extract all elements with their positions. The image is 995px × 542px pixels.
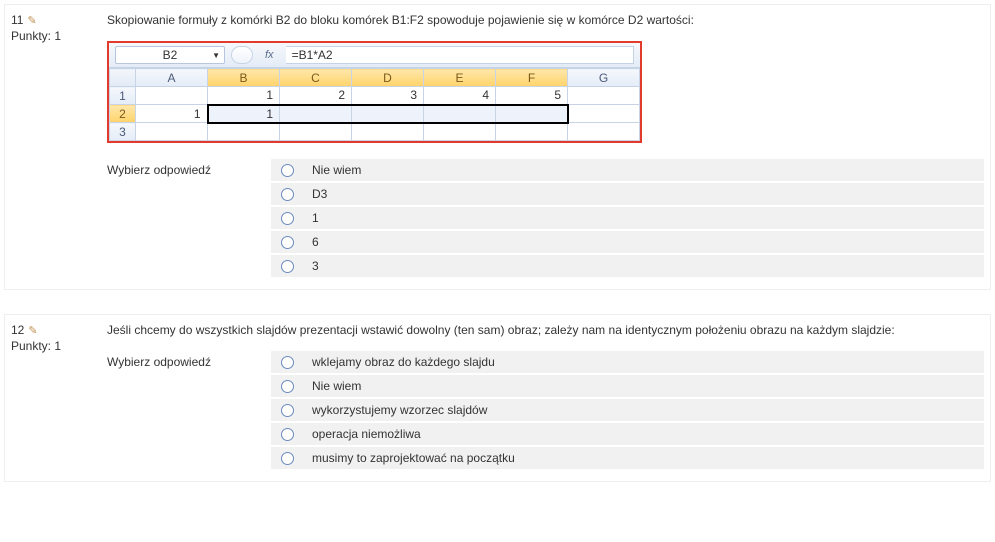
question-text: Skopiowanie formuły z komórki B2 do blok… bbox=[107, 13, 984, 27]
answer-text: 3 bbox=[312, 259, 319, 273]
cell[interactable] bbox=[424, 105, 496, 123]
question-12: 12 ✎ Punkty: 1 Jeśli chcemy do wszystkic… bbox=[4, 314, 991, 482]
question-meta: 12 ✎ Punkty: 1 bbox=[11, 323, 107, 469]
question-points: Punkty: 1 bbox=[11, 339, 99, 353]
answer-option[interactable]: Nie wiem bbox=[271, 159, 984, 181]
name-box-value: B2 bbox=[163, 48, 178, 62]
answer-area: Wybierz odpowiedź Nie wiem D3 1 6 bbox=[107, 159, 984, 277]
answer-option[interactable]: 3 bbox=[271, 255, 984, 277]
table-row: 2 1 1 bbox=[110, 105, 640, 123]
table-row: 1 1 2 3 4 5 bbox=[110, 87, 640, 105]
cell[interactable] bbox=[496, 105, 568, 123]
cell[interactable]: 1 bbox=[208, 105, 280, 123]
answer-text: Nie wiem bbox=[312, 379, 361, 393]
answer-text: operacja niemożliwa bbox=[312, 427, 421, 441]
answer-area: Wybierz odpowiedź wklejamy obraz do każd… bbox=[107, 351, 984, 469]
answer-text: wklejamy obraz do każdego slajdu bbox=[312, 355, 495, 369]
answer-option[interactable]: Nie wiem bbox=[271, 375, 984, 397]
fx-button[interactable] bbox=[231, 46, 253, 64]
radio-icon[interactable] bbox=[281, 236, 294, 249]
cell[interactable] bbox=[136, 87, 208, 105]
answer-option[interactable]: wklejamy obraz do każdego slajdu bbox=[271, 351, 984, 373]
name-box[interactable]: B2 ▼ bbox=[115, 46, 225, 64]
radio-icon[interactable] bbox=[281, 404, 294, 417]
formula-bar: B2 ▼ fx =B1*A2 bbox=[109, 43, 640, 68]
cell[interactable] bbox=[568, 87, 640, 105]
question-number: 11 bbox=[11, 13, 23, 27]
choose-label: Wybierz odpowiedź bbox=[107, 351, 271, 469]
question-points: Punkty: 1 bbox=[11, 29, 99, 43]
col-header[interactable]: B bbox=[208, 69, 280, 87]
radio-icon[interactable] bbox=[281, 380, 294, 393]
formula-text: =B1*A2 bbox=[292, 48, 333, 62]
cell[interactable] bbox=[352, 105, 424, 123]
answer-option[interactable]: D3 bbox=[271, 183, 984, 205]
col-header[interactable]: G bbox=[568, 69, 640, 87]
cell[interactable] bbox=[352, 123, 424, 141]
answer-option[interactable]: wykorzystujemy wzorzec slajdów bbox=[271, 399, 984, 421]
answer-option[interactable]: musimy to zaprojektować na początku bbox=[271, 447, 984, 469]
radio-icon[interactable] bbox=[281, 188, 294, 201]
edit-icon[interactable]: ✎ bbox=[27, 14, 36, 27]
cell[interactable]: 1 bbox=[208, 87, 280, 105]
edit-icon[interactable]: ✎ bbox=[28, 324, 37, 337]
row-header[interactable]: 1 bbox=[110, 87, 136, 105]
question-text: Jeśli chcemy do wszystkich slajdów preze… bbox=[107, 323, 984, 337]
answer-list: Nie wiem D3 1 6 3 bbox=[271, 159, 984, 277]
answer-option[interactable]: 1 bbox=[271, 207, 984, 229]
choose-label: Wybierz odpowiedź bbox=[107, 159, 271, 277]
radio-icon[interactable] bbox=[281, 428, 294, 441]
radio-icon[interactable] bbox=[281, 212, 294, 225]
radio-icon[interactable] bbox=[281, 164, 294, 177]
answer-option[interactable]: operacja niemożliwa bbox=[271, 423, 984, 445]
cell[interactable]: 2 bbox=[280, 87, 352, 105]
table-row: 3 bbox=[110, 123, 640, 141]
answer-text: 1 bbox=[312, 211, 319, 225]
fx-label: fx bbox=[259, 49, 280, 61]
cell[interactable]: 5 bbox=[496, 87, 568, 105]
radio-icon[interactable] bbox=[281, 260, 294, 273]
cell[interactable] bbox=[280, 105, 352, 123]
radio-icon[interactable] bbox=[281, 452, 294, 465]
cell[interactable] bbox=[496, 123, 568, 141]
cell[interactable] bbox=[568, 123, 640, 141]
answer-text: 6 bbox=[312, 235, 319, 249]
radio-icon[interactable] bbox=[281, 356, 294, 369]
row-header[interactable]: 3 bbox=[110, 123, 136, 141]
row-header[interactable]: 2 bbox=[110, 105, 136, 123]
cell[interactable]: 4 bbox=[424, 87, 496, 105]
answer-list: wklejamy obraz do każdego slajdu Nie wie… bbox=[271, 351, 984, 469]
chevron-down-icon[interactable]: ▼ bbox=[212, 51, 220, 60]
answer-text: musimy to zaprojektować na początku bbox=[312, 451, 515, 465]
col-header[interactable]: C bbox=[280, 69, 352, 87]
cell[interactable] bbox=[568, 105, 640, 123]
excel-figure: B2 ▼ fx =B1*A2 A B C D E bbox=[107, 41, 642, 143]
spreadsheet-grid: A B C D E F G 1 1 2 3 bbox=[109, 68, 640, 141]
cell[interactable]: 3 bbox=[352, 87, 424, 105]
question-meta: 11 ✎ Punkty: 1 bbox=[11, 13, 107, 277]
cell[interactable]: 1 bbox=[136, 105, 208, 123]
col-header[interactable]: A bbox=[136, 69, 208, 87]
cell[interactable] bbox=[424, 123, 496, 141]
col-header[interactable]: E bbox=[424, 69, 496, 87]
answer-text: wykorzystujemy wzorzec slajdów bbox=[312, 403, 487, 417]
question-11: 11 ✎ Punkty: 1 Skopiowanie formuły z kom… bbox=[4, 4, 991, 290]
question-number: 12 bbox=[11, 323, 24, 337]
answer-text: Nie wiem bbox=[312, 163, 361, 177]
cell[interactable] bbox=[208, 123, 280, 141]
cell[interactable] bbox=[280, 123, 352, 141]
col-header[interactable]: F bbox=[496, 69, 568, 87]
select-all-corner[interactable] bbox=[110, 69, 136, 87]
answer-option[interactable]: 6 bbox=[271, 231, 984, 253]
answer-text: D3 bbox=[312, 187, 327, 201]
formula-input[interactable]: =B1*A2 bbox=[286, 46, 634, 64]
col-header[interactable]: D bbox=[352, 69, 424, 87]
cell[interactable] bbox=[136, 123, 208, 141]
